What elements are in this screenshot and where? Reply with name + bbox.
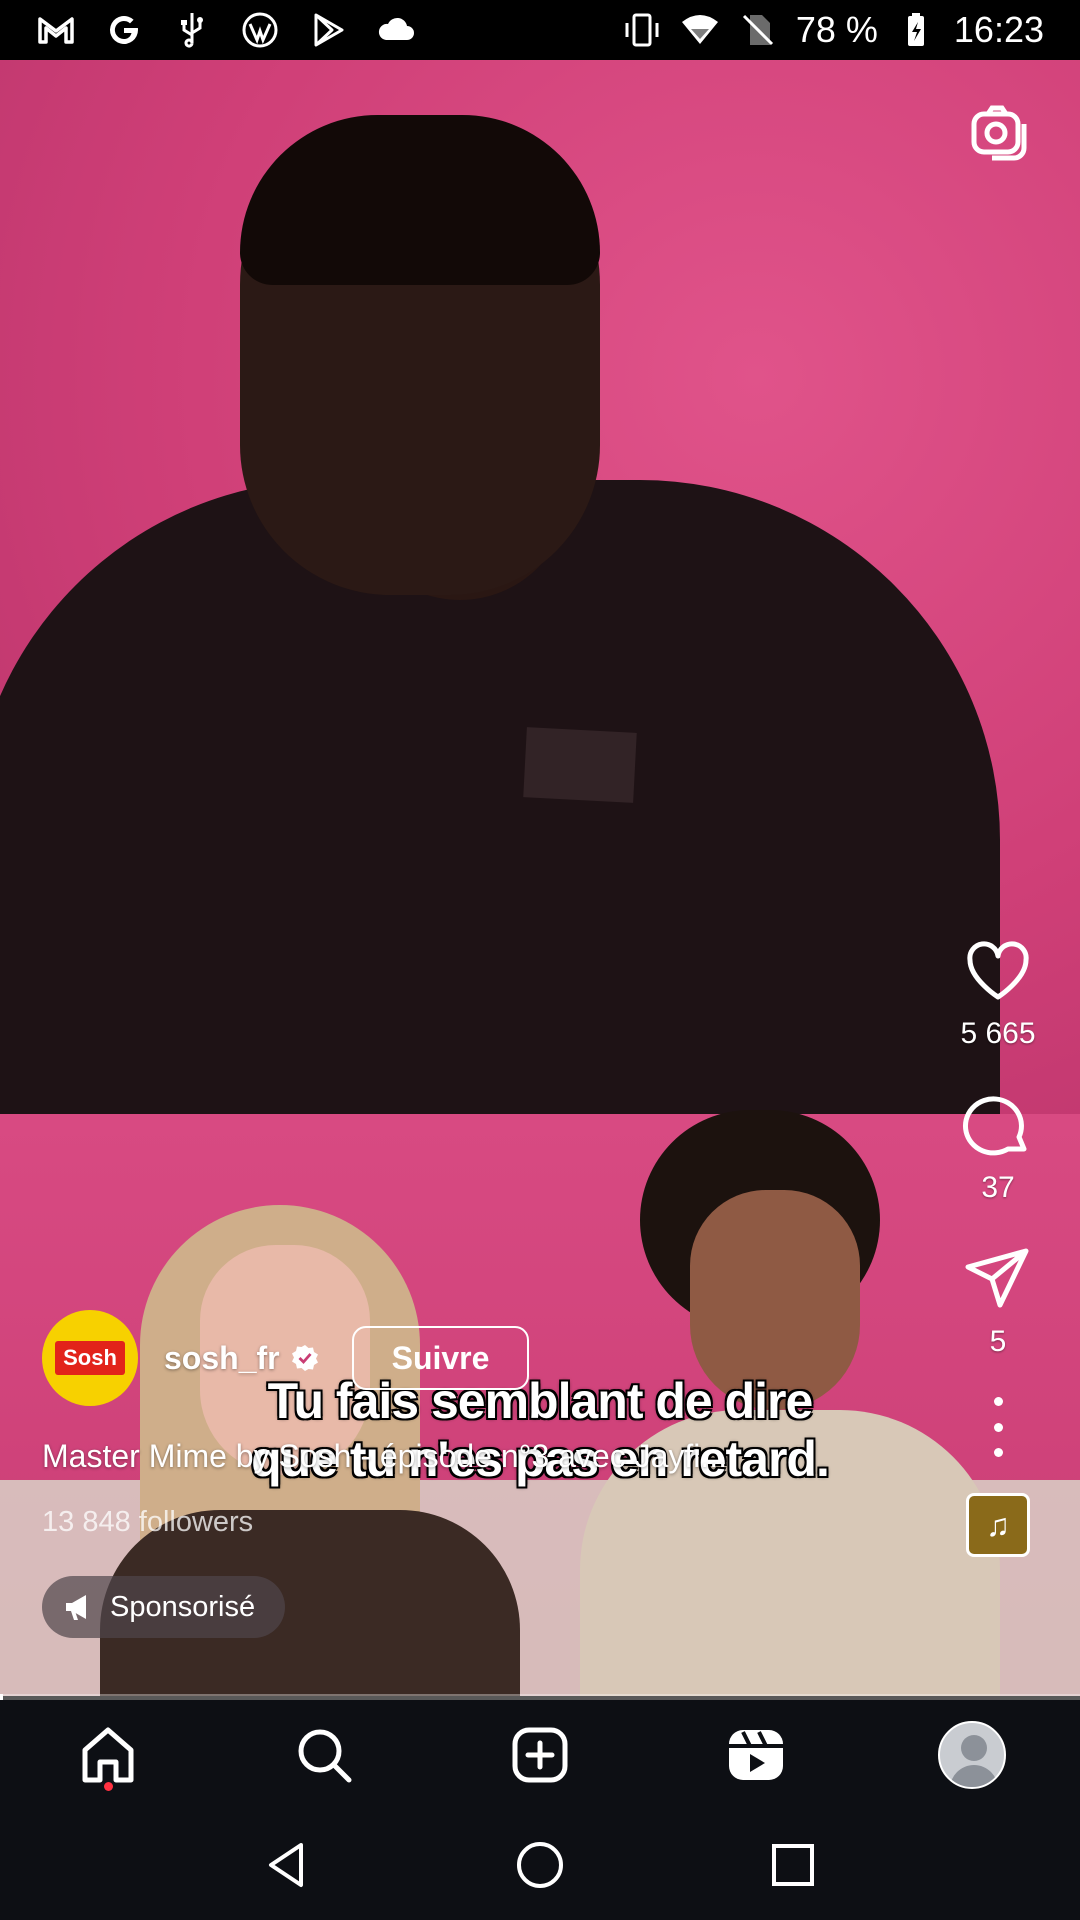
comment-count: 37 xyxy=(981,1171,1015,1204)
comment-action[interactable]: 37 xyxy=(962,1089,1034,1205)
recent-apps-icon[interactable] xyxy=(763,1835,823,1895)
reel-owner: Sosh sosh_fr Suivre xyxy=(42,1310,530,1406)
gmail-icon xyxy=(36,10,76,50)
system-navigation-bar xyxy=(0,1810,1080,1920)
back-icon[interactable] xyxy=(257,1835,317,1895)
clock: 16:23 xyxy=(953,9,1044,50)
home-notification-dot xyxy=(104,1782,113,1791)
comment-icon[interactable] xyxy=(962,1089,1034,1161)
like-count: 5 665 xyxy=(960,1017,1036,1050)
wordpress-icon xyxy=(240,10,280,50)
no-sim-icon xyxy=(738,10,778,50)
like-action[interactable]: 5 665 xyxy=(960,935,1036,1051)
heart-icon[interactable] xyxy=(962,935,1034,1007)
music-note-icon: ♫ xyxy=(986,1506,1010,1543)
play-store-icon xyxy=(308,10,348,50)
usb-icon xyxy=(172,10,212,50)
reel-caption[interactable]: Master Mime by Sosh - épisode n°3 avec J… xyxy=(42,1438,727,1475)
follower-count: 13 848 followers xyxy=(42,1506,254,1538)
nav-profile[interactable] xyxy=(932,1715,1012,1795)
sosh-logo: Sosh xyxy=(55,1341,125,1375)
nav-create[interactable] xyxy=(500,1715,580,1795)
share-count: 5 xyxy=(989,1325,1007,1358)
follow-button[interactable]: Suivre xyxy=(351,1326,530,1390)
nav-reels[interactable] xyxy=(716,1715,796,1795)
megaphone-icon xyxy=(66,1595,86,1620)
share-action[interactable]: 5 xyxy=(962,1243,1034,1359)
owner-username[interactable]: sosh_fr xyxy=(164,1340,280,1377)
vibrate-icon xyxy=(622,10,662,50)
nav-home[interactable] xyxy=(68,1715,148,1795)
nav-search[interactable] xyxy=(284,1715,364,1795)
wifi-icon xyxy=(680,10,720,50)
camera-icon[interactable] xyxy=(968,100,1032,164)
send-icon[interactable] xyxy=(962,1243,1034,1315)
add-post-icon xyxy=(512,1727,568,1783)
home-icon xyxy=(82,1727,134,1783)
sponsored-label: Sponsorisé xyxy=(110,1590,256,1623)
bottom-navigation xyxy=(0,1700,1080,1810)
reels-icon xyxy=(729,1730,783,1780)
status-bar: 78 % 16:23 xyxy=(0,0,1080,60)
sponsored-badge[interactable]: Sponsorisé xyxy=(42,1576,286,1638)
home-circle-icon[interactable] xyxy=(510,1835,570,1895)
owner-avatar[interactable]: Sosh xyxy=(42,1310,138,1406)
search-icon xyxy=(298,1729,352,1783)
google-icon xyxy=(104,10,144,50)
battery-charging-icon xyxy=(896,10,936,50)
audio-thumbnail[interactable]: ♫ xyxy=(966,1493,1030,1557)
battery-percent: 78 % xyxy=(795,9,878,50)
verified-badge-icon xyxy=(291,1345,318,1371)
profile-avatar xyxy=(938,1721,1006,1789)
cloud-icon xyxy=(376,10,416,50)
